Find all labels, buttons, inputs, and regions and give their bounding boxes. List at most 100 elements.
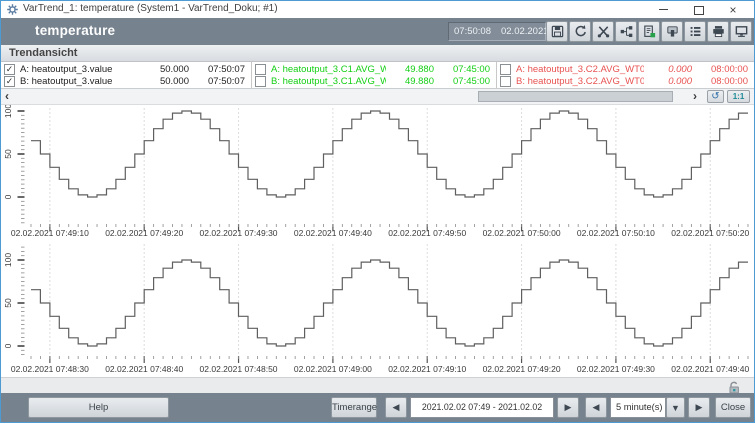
trend-name: B: heatoutput_3.C2.AVG_WT0	[516, 76, 644, 87]
tools-icon	[596, 24, 611, 39]
interval-select[interactable]: 5 minute(s)	[610, 397, 666, 418]
section-title: Trendansicht	[9, 47, 77, 59]
svg-text:0: 0	[3, 343, 13, 348]
svg-text:02.02.2021 07:48:40: 02.02.2021 07:48:40	[105, 364, 183, 374]
legend-row: A: heatoutput_3.C1.AVG_WT049.88007:45:00	[252, 63, 496, 75]
unchecked-checkbox[interactable]	[255, 76, 266, 87]
trend-name: B: heatoutput_3.C1.AVG_WT0	[271, 76, 386, 87]
gear-icon	[6, 3, 19, 16]
trend-value: 50.000	[141, 64, 189, 75]
trend-value: 49.880	[386, 64, 434, 75]
legend-row: B: heatoutput_3.C1.AVG_WT049.88007:45:00	[252, 75, 496, 87]
statistics-button[interactable]	[661, 21, 683, 42]
svg-text:100: 100	[3, 253, 13, 267]
range-forward-button[interactable]: ▶	[557, 397, 579, 418]
list-icon	[688, 24, 703, 39]
save-icon	[550, 24, 565, 39]
legend-row: ✓A: heatoutput_3.value50.00007:50:07	[1, 63, 251, 75]
svg-text:02.02.2021 07:49:10: 02.02.2021 07:49:10	[388, 364, 466, 374]
svg-text:02.02.2021 07:49:20: 02.02.2021 07:49:20	[105, 228, 183, 238]
undo-zoom-button[interactable]: ↺	[707, 90, 724, 103]
svg-text:02.02.2021 07:50:10: 02.02.2021 07:50:10	[577, 228, 655, 238]
svg-text:02.02.2021 07:48:50: 02.02.2021 07:48:50	[200, 364, 278, 374]
close-icon: ×	[729, 3, 736, 17]
current-date: 02.02.2021	[496, 26, 554, 37]
unchecked-checkbox[interactable]	[500, 76, 511, 87]
footer-bar: Help Timerange ◀ 2021.02.02 07:49 - 2021…	[1, 393, 754, 423]
printer-icon	[711, 24, 726, 39]
tools-button[interactable]	[592, 21, 614, 42]
help-button[interactable]: Help	[28, 397, 169, 418]
export-button[interactable]	[638, 21, 660, 42]
svg-text:02.02.2021 07:49:50: 02.02.2021 07:49:50	[388, 228, 466, 238]
header-bar: temperature 07:50:0802.02.2021	[1, 18, 754, 45]
svg-text:02.02.2021 07:48:30: 02.02.2021 07:48:30	[11, 364, 89, 374]
undo-button[interactable]	[569, 21, 591, 42]
monitor-button[interactable]	[730, 21, 752, 42]
toolbar	[546, 21, 752, 42]
trend-chart-1[interactable]: 02.02.2021 07:49:1002.02.2021 07:49:2002…	[1, 105, 755, 239]
save-button[interactable]	[546, 21, 568, 42]
trend-legend: ✓A: heatoutput_3.value50.00007:50:07✓B: …	[1, 62, 754, 89]
legend-row: ✓B: heatoutput_3.value50.00007:50:07	[1, 75, 251, 87]
scroll-left-button[interactable]: ‹	[5, 89, 9, 104]
chevron-right-icon: ›	[693, 89, 697, 103]
svg-text:100: 100	[3, 105, 13, 118]
legend-panel: ✓A: heatoutput_3.value50.00007:50:07✓B: …	[1, 62, 251, 88]
svg-text:02.02.2021 07:49:20: 02.02.2021 07:49:20	[483, 364, 561, 374]
window-title: VarTrend_1: temperature (System1 - VarTr…	[23, 3, 278, 14]
interval-increase-button[interactable]: ▶	[688, 397, 710, 418]
statistics-icon	[665, 24, 680, 39]
minimize-button[interactable]	[648, 1, 678, 18]
trend-name: A: heatoutput_3.C2.AVG_WT0	[516, 64, 644, 75]
svg-text:02.02.2021 07:49:00: 02.02.2021 07:49:00	[294, 364, 372, 374]
svg-text:02.02.2021 07:49:30: 02.02.2021 07:49:30	[577, 364, 655, 374]
trend-value: 49.880	[386, 76, 434, 87]
page-title: temperature	[35, 23, 115, 38]
legend-row: A: heatoutput_3.C2.AVG_WT00.00008:00:00	[497, 63, 754, 75]
maximize-button[interactable]	[684, 1, 714, 18]
chevron-left-icon: ‹	[5, 89, 9, 103]
printer-button[interactable]	[707, 21, 729, 42]
time-date-display: 07:50:0802.02.2021	[448, 22, 546, 41]
vartrend-window: VarTrend_1: temperature (System1 - VarTr…	[0, 0, 755, 423]
trend-value: 50.000	[141, 76, 189, 87]
time-scrollbar: ‹ › ↺ 1:1	[1, 89, 754, 105]
trend-value: 0.000	[644, 76, 692, 87]
interval-decrease-button[interactable]: ◀	[585, 397, 607, 418]
legend-row: B: heatoutput_3.C2.AVG_WT00.00008:00:00	[497, 75, 754, 87]
lock-strip	[1, 377, 754, 393]
unlock-button[interactable]	[726, 379, 742, 394]
monitor-icon	[734, 24, 749, 39]
minimize-icon	[659, 9, 668, 10]
trend-value: 0.000	[644, 64, 692, 75]
one-to-one-label: 1:1	[733, 92, 745, 101]
checked-checkbox[interactable]: ✓	[4, 64, 15, 75]
list-button[interactable]	[684, 21, 706, 42]
topology-button[interactable]	[615, 21, 637, 42]
unchecked-checkbox[interactable]	[500, 64, 511, 75]
legend-panel: A: heatoutput_3.C2.AVG_WT00.00008:00:00B…	[496, 62, 754, 88]
range-back-button[interactable]: ◀	[385, 397, 407, 418]
section-bar: Trendansicht	[1, 45, 754, 62]
one-to-one-button[interactable]: 1:1	[727, 90, 750, 103]
svg-text:02.02.2021 07:49:40: 02.02.2021 07:49:40	[671, 364, 749, 374]
topology-icon	[619, 24, 634, 39]
timerange-field[interactable]: 2021.02.02 07:49 - 2021.02.02 07:50	[410, 397, 554, 418]
svg-text:0: 0	[3, 194, 13, 199]
trend-name: A: heatoutput_3.value	[20, 64, 141, 75]
trend-chart-2[interactable]: 02.02.2021 07:48:30 02.02.2021 07:48:40 02…	[1, 241, 755, 377]
svg-text:02.02.2021 07:49:30: 02.02.2021 07:49:30	[200, 228, 278, 238]
trend-name: B: heatoutput_3.value	[20, 76, 141, 87]
svg-text:02.02.2021 07:49:40: 02.02.2021 07:49:40	[294, 228, 372, 238]
timerange-button[interactable]: Timerange	[331, 397, 377, 418]
unchecked-checkbox[interactable]	[255, 64, 266, 75]
svg-text:50: 50	[3, 298, 13, 308]
scroll-right-button[interactable]: ›	[693, 89, 697, 104]
checked-checkbox[interactable]: ✓	[4, 76, 15, 87]
close-button[interactable]: ×	[718, 1, 748, 18]
interval-dropdown-button[interactable]: ▼	[666, 397, 685, 418]
scrollbar-thumb[interactable]	[478, 91, 673, 102]
close-dialog-button[interactable]: Close	[715, 397, 751, 418]
svg-text:02.02.2021 07:50:20: 02.02.2021 07:50:20	[671, 228, 749, 238]
